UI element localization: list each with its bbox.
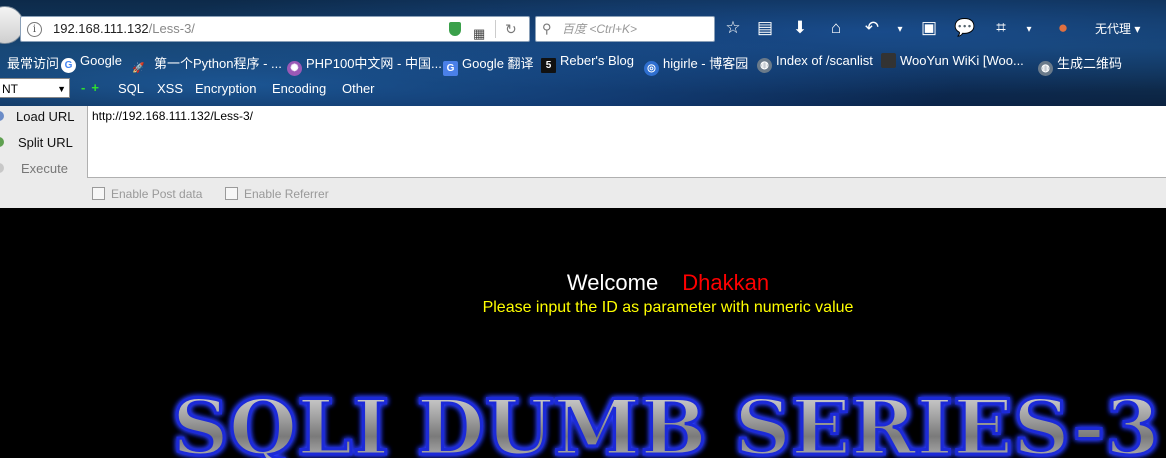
menu-xss[interactable]: XSS [157, 81, 183, 96]
select-value: NT [2, 82, 18, 96]
encoding-select[interactable]: NT ▼ [0, 78, 70, 98]
bookmark-item[interactable]: 最常访问 [0, 53, 59, 72]
rocket-icon: 🚀 [132, 63, 145, 74]
checkbox-box[interactable] [225, 187, 238, 200]
download-icon[interactable]: ⬇ [789, 18, 811, 38]
menu-other[interactable]: Other [342, 81, 375, 96]
bookmark-item[interactable]: ✺ PHP100中文网 - 中国... [287, 53, 442, 76]
blog-icon: 5 [541, 58, 556, 73]
hackbar-menu: NT ▼ -+ SQL XSS Encryption Encoding Other [0, 78, 1166, 100]
bookmark-label: Reber's Blog [560, 53, 635, 68]
screenshot-icon[interactable]: ▣ [918, 18, 940, 38]
translate-icon: G [443, 61, 458, 76]
load-url-button[interactable]: Load URL [16, 109, 75, 124]
enable-post-checkbox[interactable]: Enable Post data [92, 187, 202, 201]
bookmark-item[interactable]: WooYun WiKi [Woo... [881, 53, 1024, 68]
execute-button[interactable]: Execute [21, 161, 68, 176]
url-path: /Less-3/ [148, 21, 195, 36]
globe-icon: ◍ [757, 58, 772, 73]
bookmark-item[interactable]: ◍ Index of /scanlist [757, 53, 873, 73]
google-icon: G [61, 58, 76, 73]
bookmark-label: WooYun WiKi [Woo... [900, 53, 1024, 68]
banner-text: SQLI DUMB SERIES-3 [172, 383, 1160, 458]
bookmark-item[interactable]: G Google [61, 53, 122, 73]
search-placeholder: 百度 <Ctrl+K> [562, 22, 638, 36]
menu-encoding[interactable]: Encoding [272, 81, 326, 96]
split-url-button[interactable]: Split URL [18, 135, 73, 150]
chevron-down-icon: ▼ [57, 84, 66, 94]
checkbox-box[interactable] [92, 187, 105, 200]
dropdown-icon[interactable]: ▾ [895, 20, 905, 40]
bookmark-item[interactable]: ◍ 生成二维码 [1038, 53, 1122, 76]
qr-code-icon[interactable]: ▦ [473, 22, 485, 46]
welcome-text: Welcome [566, 270, 659, 295]
menu-encryption[interactable]: Encryption [195, 81, 256, 96]
bookmarks-toolbar: 最常访问 G Google 🚀 第一个Python程序 - ... ✺ PHP100中… [0, 50, 1166, 76]
star-icon[interactable]: ☆ [722, 18, 744, 38]
bookmark-label: PHP100中文网 - 中国... [306, 56, 442, 71]
wooyun-icon [881, 53, 896, 68]
bookmark-label: 第一个Python程序 - ... [154, 56, 282, 71]
dropdown-icon[interactable]: ▾ [1024, 20, 1034, 40]
welcome-line: Welcome Dhakkan [0, 270, 1166, 296]
bookmark-item[interactable]: 🚀 第一个Python程序 - ... [131, 53, 282, 76]
divider [495, 20, 496, 38]
menu-sql[interactable]: SQL [118, 81, 144, 96]
bookmark-label: 生成二维码 [1057, 56, 1123, 71]
split-buttons[interactable]: -+ [81, 80, 105, 95]
bookmark-icon [0, 56, 4, 71]
checkbox-label: Enable Post data [111, 187, 203, 201]
bookmark-item[interactable]: ◎ higirle - 博客园 [644, 53, 748, 76]
globe-icon: ◎ [644, 61, 659, 76]
instruction-text: Please input the ID as parameter with nu… [482, 299, 854, 316]
proxy-label: 无代理 [1095, 22, 1132, 36]
url-host: 192.168.111.132 [53, 21, 149, 36]
page-content: Welcome Dhakkan Please input the ID as pa… [0, 208, 1166, 458]
extension-icon[interactable]: ● [1052, 18, 1074, 38]
proxy-menu[interactable]: 无代理 ▾ [1095, 20, 1140, 37]
chat-icon[interactable]: 💬 [954, 18, 976, 38]
reload-icon[interactable]: ↻ [505, 17, 517, 41]
split-url-icon [0, 137, 4, 147]
load-url-icon [0, 111, 4, 121]
home-icon[interactable]: ⌂ [825, 18, 847, 38]
php-icon: ✺ [287, 61, 302, 76]
bookmark-item[interactable]: 5 Reber's Blog [541, 53, 634, 73]
enable-referrer-checkbox[interactable]: Enable Referrer [225, 187, 329, 201]
globe-icon: ◍ [1038, 61, 1053, 76]
navigation-toolbar: i 192.168.111.132/Less-3/ ▦ ↻ ⚲ 百度 <Ctrl… [0, 0, 1166, 48]
bookmark-label: Google [80, 53, 122, 68]
undo-icon[interactable]: ↶ [861, 18, 883, 38]
bookmark-label: higirle - 博客园 [663, 56, 749, 71]
shield-icon[interactable] [449, 22, 461, 36]
hackbar-panel: Load URL Split URL Execute http://192.16… [0, 106, 1166, 209]
bookmark-item[interactable]: G Google 翻译 [443, 53, 534, 76]
execute-icon [0, 163, 4, 173]
address-bar[interactable]: i 192.168.111.132/Less-3/ ▦ ↻ [20, 16, 530, 42]
reading-list-icon[interactable]: ▤ [754, 18, 776, 38]
bookmark-label: Google 翻译 [462, 56, 534, 71]
browser-chrome: i 192.168.111.132/Less-3/ ▦ ↻ ⚲ 百度 <Ctrl… [0, 0, 1166, 106]
banner: SQLI DUMB SERIES-3 [171, 382, 1162, 458]
checkbox-label: Enable Referrer [244, 187, 329, 201]
welcome-name: Dhakkan [682, 270, 770, 295]
search-input[interactable]: ⚲ 百度 <Ctrl+K> [535, 16, 715, 42]
address-text: 192.168.111.132/Less-3/ [53, 17, 195, 41]
search-icon: ⚲ [542, 21, 552, 36]
hackbar-url-input[interactable]: http://192.168.111.132/Less-3/ [87, 106, 1166, 178]
crop-icon[interactable]: ⌗ [990, 18, 1012, 38]
bookmark-label: Index of /scanlist [776, 53, 873, 68]
info-icon[interactable]: i [27, 22, 42, 37]
bookmark-label: 最常访问 [7, 56, 60, 71]
